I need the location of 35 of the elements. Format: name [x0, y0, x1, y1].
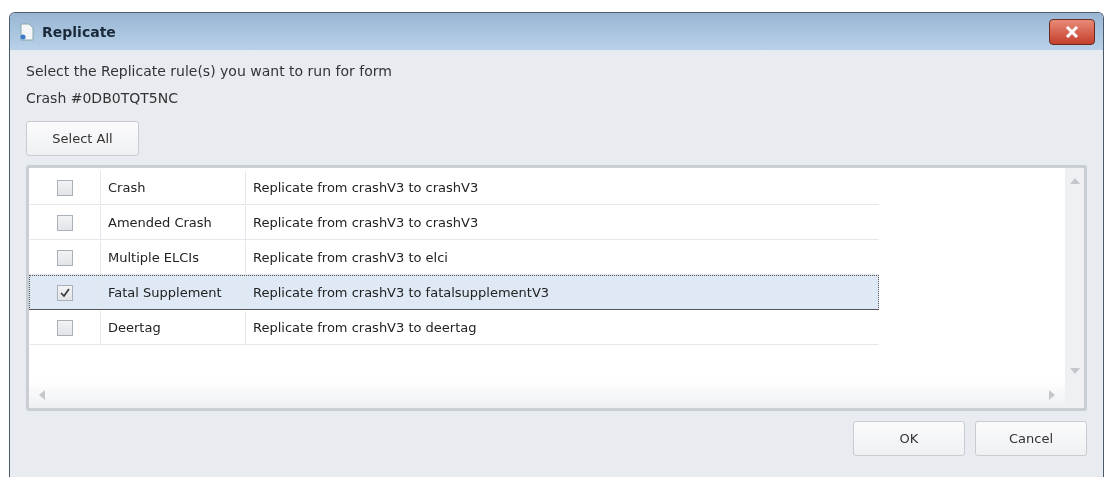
rule-description: Replicate from crashV3 to elci [252, 249, 449, 267]
rule-description: Replicate from crashV3 to fatalsupplementV3 [252, 284, 551, 302]
checkbox[interactable] [57, 179, 73, 196]
scroll-up-icon[interactable] [1069, 178, 1080, 184]
checkbox[interactable] [57, 249, 73, 266]
rule-row[interactable]: Amended Crash Replicate from crashV3 to crashV3 [29, 205, 879, 240]
rule-name: Deertag [101, 311, 246, 344]
checkbox[interactable] [57, 319, 73, 336]
check-icon [60, 287, 70, 298]
rule-row[interactable]: Fatal Supplement Replicate from crashV3 to fatalsupplementV3 [29, 275, 879, 310]
scroll-right-icon[interactable] [1049, 389, 1055, 400]
checkbox[interactable] [57, 214, 73, 231]
rule-row[interactable]: Deertag Replicate from crashV3 to deertag [29, 310, 879, 345]
scroll-left-icon[interactable] [39, 389, 45, 400]
rule-name: Multiple ELCIs [101, 241, 246, 274]
rule-name: Amended Crash [101, 206, 246, 239]
rule-name: Crash [101, 171, 246, 204]
ok-button[interactable]: OK [853, 421, 965, 456]
cancel-button[interactable]: Cancel [975, 421, 1087, 456]
rule-description: Replicate from crashV3 to crashV3 [252, 214, 480, 232]
rule-row[interactable]: Multiple ELCIs Replicate from crashV3 to elci [29, 240, 879, 275]
window-title: Replicate [42, 23, 117, 40]
scroll-down-icon[interactable] [1069, 368, 1080, 374]
close-icon [1065, 25, 1079, 38]
rule-description: Replicate from crashV3 to crashV3 [252, 179, 480, 197]
rule-name: Fatal Supplement [101, 276, 246, 309]
rule-description: Replicate from crashV3 to deertag [252, 319, 478, 337]
select-all-button[interactable]: Select All [26, 121, 139, 156]
checkbox[interactable] [57, 284, 73, 301]
document-icon [20, 22, 34, 41]
rule-row[interactable]: Crash Replicate from crashV3 to crashV3 [29, 170, 879, 205]
close-button[interactable] [1049, 18, 1095, 45]
prompt-text: Select the Replicate rule(s) you want to run for form [26, 62, 393, 81]
prompt-text: Crash #0DB0TQT5NC [26, 89, 179, 108]
vertical-scrollbar[interactable] [1065, 168, 1084, 408]
